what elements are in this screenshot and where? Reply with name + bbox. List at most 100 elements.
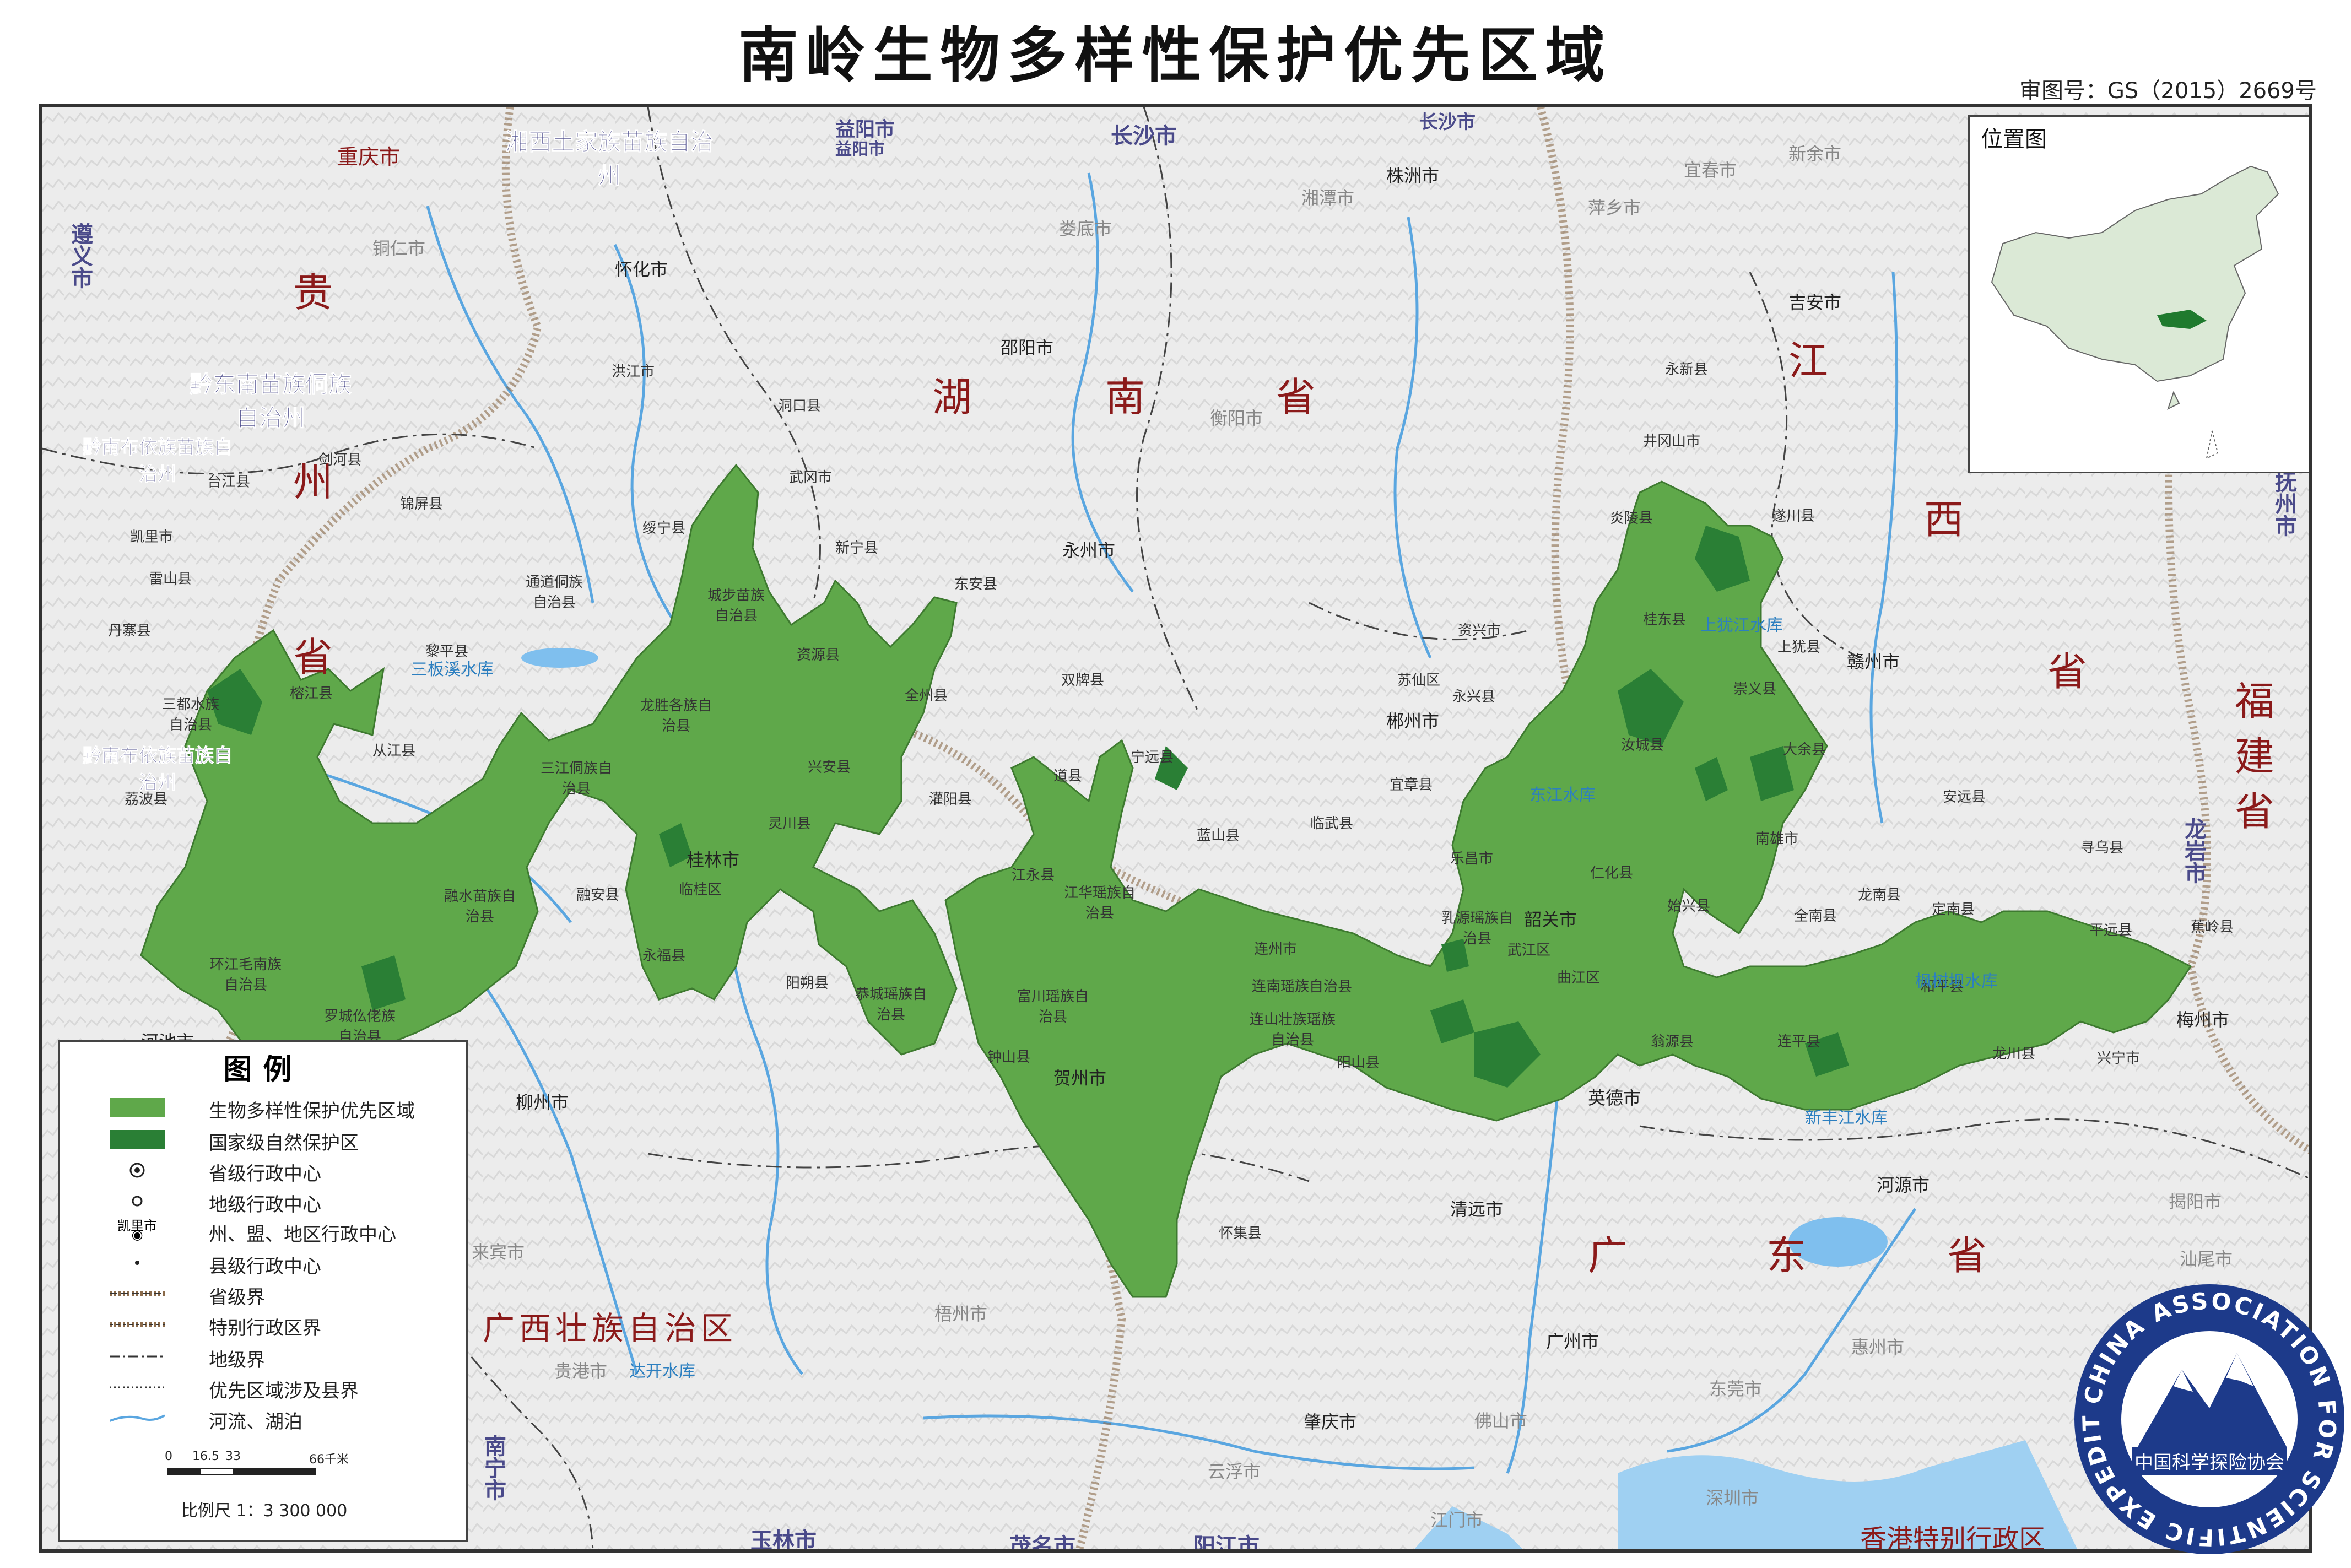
- county-label: 荔波县: [125, 791, 168, 808]
- county-label: 洪江市: [612, 364, 655, 380]
- county-label: 蓝山县: [1197, 828, 1240, 844]
- county-boundary-line: [110, 1386, 165, 1388]
- locator-map: 位置图: [1968, 115, 2309, 473]
- county-label: 乳源瑶族自治县: [1441, 910, 1513, 947]
- city-label: 广州市: [1546, 1331, 1599, 1352]
- city-label: 英德市: [1588, 1088, 1641, 1109]
- legend-row: 凯里市 ◉ 州、盟、地区行政中心: [110, 1217, 462, 1246]
- county-label: 乐昌市: [1450, 851, 1494, 867]
- county-label: 城步苗族自治县: [707, 587, 765, 624]
- reservoir-label: 上犹江水库: [1700, 616, 1783, 635]
- reservoir-label: 达开水库: [629, 1362, 695, 1381]
- county-label: 融水苗族自治县: [444, 888, 516, 925]
- county-label: 东安县: [954, 576, 998, 593]
- city-label: 揭阳市: [2169, 1191, 2222, 1212]
- legend-title: 图例: [223, 1053, 303, 1086]
- scale-tick-label: 33: [225, 1450, 241, 1463]
- outside-city-label: 龙岩市: [2181, 818, 2206, 884]
- county-label: 曲江区: [1557, 970, 1601, 986]
- county-label: 从江县: [372, 743, 416, 759]
- county-label: 汝城县: [1621, 737, 1664, 754]
- nature-reserve-swatch: [110, 1130, 165, 1149]
- city-label: 河源市: [1877, 1175, 1930, 1196]
- county-center-icon: [135, 1261, 139, 1265]
- prefecture-boundary-line: [110, 1355, 165, 1358]
- sar-boundary-line: [110, 1322, 165, 1327]
- city-label: 柳州市: [516, 1092, 569, 1113]
- county-label: 寻乌县: [2080, 840, 2124, 856]
- county-label: 苏仙区: [1397, 672, 1441, 689]
- outside-city-label: 抚州市: [2271, 471, 2296, 537]
- county-label: 永兴县: [1452, 689, 1496, 705]
- county-label: 资源县: [797, 647, 840, 663]
- autonomous-prefecture-label: 湘西土家族苗族自治州: [505, 128, 714, 190]
- county-label: 洞口县: [778, 398, 822, 414]
- county-label: 台江县: [207, 474, 251, 490]
- association-logo: CHINA ASSOCIATION FOR SCIENTIFIC EXPEDIT…: [2072, 1282, 2344, 1554]
- provincial-center-icon: [129, 1163, 145, 1178]
- legend-label: 省级界: [209, 1286, 265, 1309]
- county-label: 罗城仫佬族自治县: [323, 1008, 396, 1045]
- region-name-hongkong: 香港特别行政区: [1860, 1524, 2046, 1553]
- outside-city-label: 长沙市: [1419, 111, 1476, 133]
- county-label: 连平县: [1777, 1034, 1821, 1050]
- league-center-icon: 凯里市 ◉: [117, 1218, 157, 1242]
- county-label: 新宁县: [835, 540, 879, 556]
- city-label: 永州市: [1062, 540, 1116, 561]
- county-label: 平远县: [2089, 922, 2133, 939]
- province-name: 西: [1924, 496, 1968, 543]
- city-label: 宜春市: [1684, 160, 1737, 181]
- county-label: 江华瑶族自治县: [1063, 885, 1136, 922]
- county-label: 雷山县: [149, 571, 192, 587]
- city-label: 贵港市: [554, 1361, 608, 1382]
- county-label: 永福县: [642, 948, 686, 964]
- county-label: 翁源县: [1651, 1034, 1694, 1050]
- county-label: 连南瑶族自治县: [1252, 978, 1353, 995]
- legend-row: 河流、湖泊: [110, 1404, 462, 1433]
- city-label: 肇庆市: [1304, 1412, 1357, 1432]
- scale-text: 比例尺 1：3 300 000: [181, 1501, 348, 1521]
- scale-tick-label: 66千米: [309, 1453, 349, 1467]
- city-label: 江门市: [1430, 1510, 1484, 1531]
- city-label: 娄底市: [1059, 218, 1112, 239]
- city-label: 清远市: [1450, 1199, 1504, 1220]
- city-label: 惠州市: [1851, 1337, 1905, 1358]
- reservoir-label: 三板溪水库: [411, 660, 494, 679]
- county-label: 全州县: [905, 688, 948, 704]
- legend-sample-text: 凯里市: [117, 1218, 157, 1234]
- map-title: 南岭生物多样性保护优先区域: [738, 21, 1613, 90]
- county-label: 三江侗族自治县: [540, 760, 612, 797]
- county-label: 全南县: [1794, 908, 1837, 924]
- province-name: 南: [1105, 374, 1149, 420]
- county-label: 连州市: [1254, 941, 1298, 958]
- priority-area-swatch: [110, 1098, 165, 1117]
- county-label: 灌阳县: [929, 791, 972, 808]
- scale-bar-graphic: [167, 1468, 316, 1475]
- city-label: 桂林市: [687, 850, 740, 870]
- province-name: 广: [1588, 1232, 1631, 1279]
- approval-number: 审图号：GS（2015）2669号: [2019, 78, 2317, 104]
- province-name: 湖: [932, 374, 976, 420]
- county-label: 榕江县: [290, 685, 333, 702]
- county-label: 定南县: [1932, 901, 1975, 918]
- autonomous-prefecture-label: 黔东南苗族侗族自治州: [189, 371, 352, 432]
- scale-bar: 0 16.5 33 66千米: [165, 1450, 352, 1479]
- city-label: 邵阳市: [1001, 337, 1054, 358]
- legend-row: 生物多样性保护优先区域: [110, 1094, 462, 1122]
- legend-row: 省级界: [110, 1280, 462, 1309]
- county-label: 蕉岭县: [2191, 919, 2234, 936]
- county-label: 大余县: [1783, 742, 1826, 758]
- legend-label: 特别行政区界: [209, 1317, 321, 1339]
- city-label: 新余市: [1788, 143, 1842, 164]
- county-label: 锦屏县: [400, 496, 444, 512]
- legend-row: 地级行政中心: [110, 1187, 462, 1216]
- city-label: 梅州市: [2176, 1009, 2230, 1030]
- county-label: 钟山县: [987, 1049, 1031, 1066]
- city-label: 韶关市: [1524, 909, 1577, 930]
- county-label: 武冈市: [789, 469, 833, 486]
- map-frame[interactable]: 贵 州 省 湖 南 省 江 西 省 广 东 省 福 建 省 广西壮族自治区 香港…: [39, 104, 2312, 1553]
- city-label: 东莞市: [1709, 1378, 1763, 1399]
- county-label: 炎陵县: [1610, 510, 1653, 527]
- outside-city-label: 玉林市: [750, 1528, 817, 1553]
- county-label: 剑河县: [318, 452, 362, 468]
